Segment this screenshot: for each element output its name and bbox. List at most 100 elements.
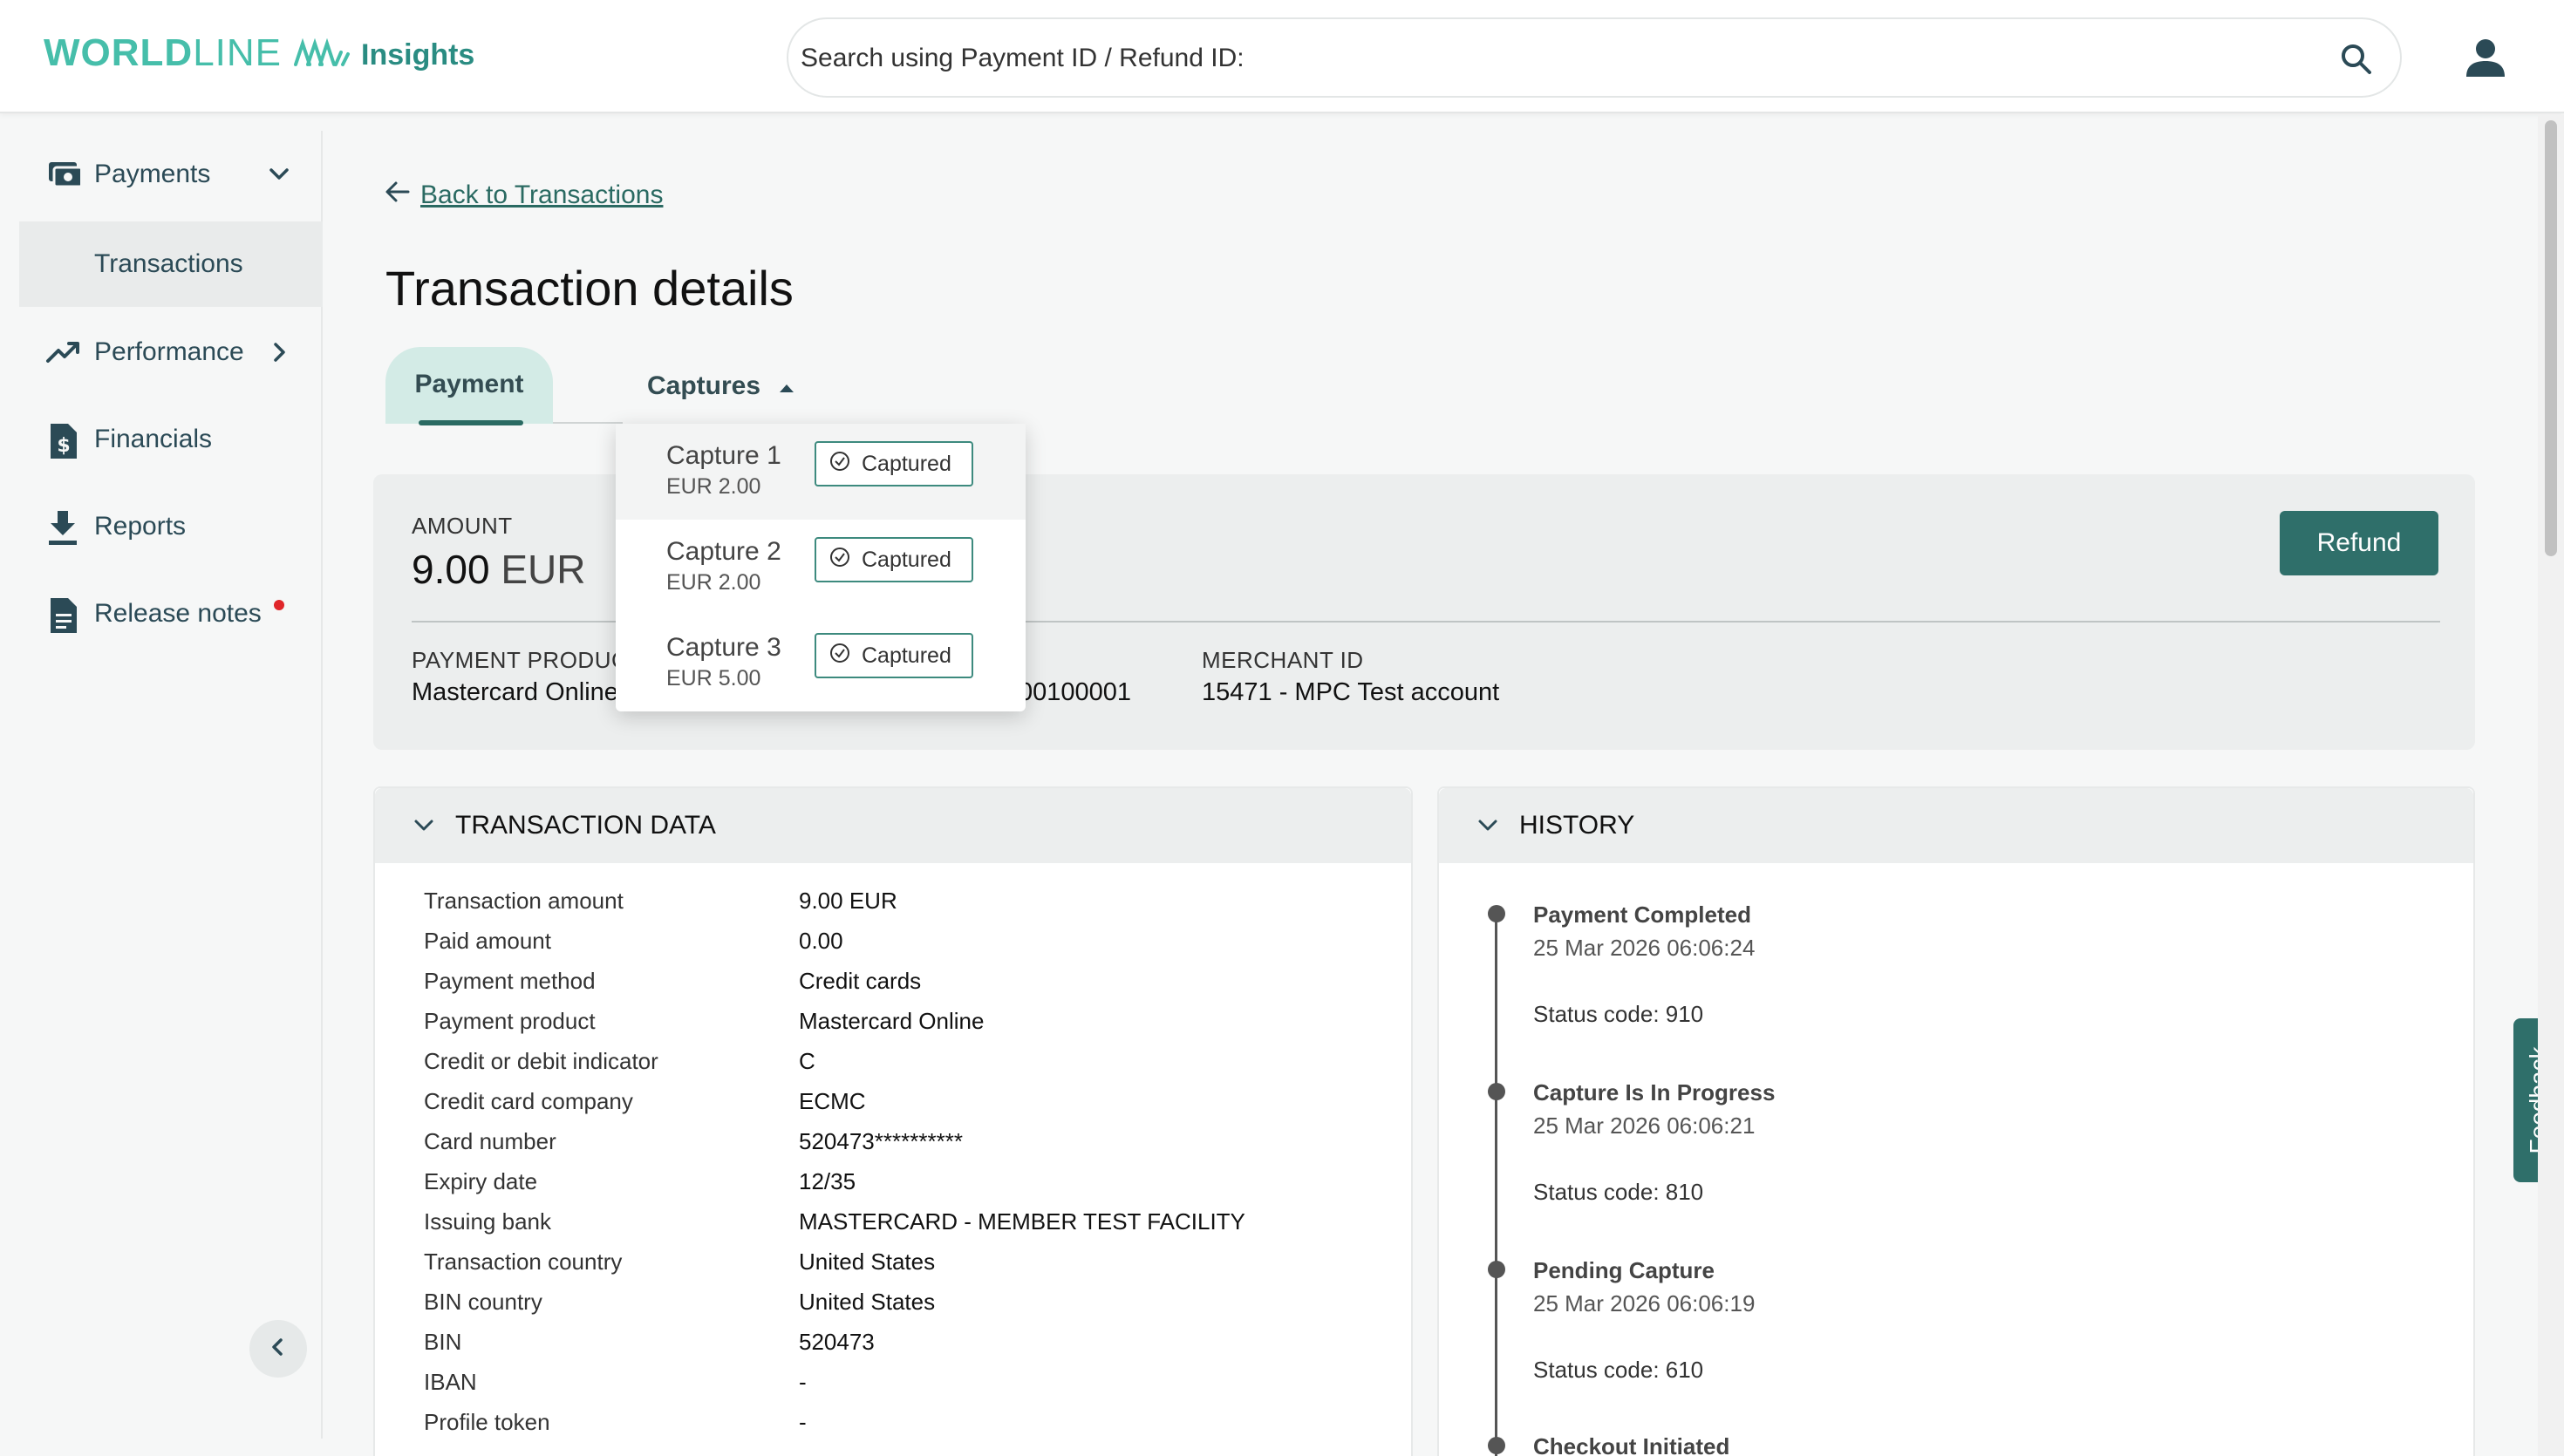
caret-up-icon	[778, 371, 795, 401]
check-circle-icon	[829, 546, 851, 575]
data-row-key: Payment product	[424, 1008, 596, 1034]
status-badge-label: Captured	[862, 451, 951, 476]
capture-item[interactable]: Capture 1 EUR 2.00 Captured	[616, 424, 1026, 520]
capture-item[interactable]: Capture 2 EUR 2.00 Captured	[616, 520, 1026, 616]
capture-amount: EUR 5.00	[666, 666, 761, 691]
user-account-icon[interactable]	[2465, 37, 2506, 83]
amount-label: AMOUNT	[412, 513, 513, 539]
data-row-key: Card number	[424, 1128, 556, 1154]
sidebar-item-performance[interactable]: Performance	[19, 309, 323, 396]
history-event-date: 25 Mar 2026 06:06:21	[1533, 1112, 1756, 1139]
capture-amount: EUR 2.00	[666, 570, 761, 595]
chevron-left-icon	[267, 1336, 290, 1363]
sidebar-item-reports[interactable]: Reports	[19, 483, 323, 570]
history-event-title: Checkout Initiated	[1533, 1433, 1730, 1456]
search-icon[interactable]	[2339, 42, 2374, 81]
search-bar[interactable]	[787, 17, 2402, 98]
worldline-logo[interactable]: WORLDLINE	[44, 31, 353, 75]
history-event-title: Payment Completed	[1533, 901, 1751, 928]
sidebar-item-financials[interactable]: $ Financials	[19, 396, 323, 483]
merchant-id-value: 15471 - MPC Test account	[1202, 678, 1500, 706]
collapse-sidebar-button[interactable]	[249, 1320, 307, 1378]
timeline-dot	[1488, 1261, 1505, 1278]
back-link-label: Back to Transactions	[420, 180, 664, 209]
download-icon	[45, 509, 80, 555]
status-badge: Captured	[815, 633, 973, 678]
data-row-value: United States	[799, 1248, 936, 1275]
chevron-down-icon	[412, 813, 436, 838]
data-row-value: ECMC	[799, 1088, 866, 1114]
capture-name: Capture 3	[666, 633, 781, 662]
timeline-dot	[1488, 1437, 1505, 1454]
sidebar-item-release-notes[interactable]: Release notes	[19, 570, 323, 657]
data-row-value: MASTERCARD - MEMBER TEST FACILITY	[799, 1208, 1245, 1235]
history-event-date: 25 Mar 2026 06:06:24	[1533, 935, 1756, 961]
history-event-status: Status code: 610	[1533, 1357, 1704, 1383]
sidebar-item-label: Reports	[94, 512, 187, 541]
status-badge: Captured	[815, 441, 973, 486]
timeline-dot	[1488, 905, 1505, 922]
data-row-key: Expiry date	[424, 1168, 538, 1194]
performance-icon	[45, 335, 80, 377]
data-row-value: -	[799, 1369, 807, 1395]
app-name: Insights	[361, 38, 475, 71]
amount-currency: EUR	[501, 547, 586, 592]
financials-icon: $	[45, 422, 80, 467]
sidebar-item-label: Financials	[94, 425, 213, 453]
data-row-value: 9.00 EUR	[799, 888, 897, 914]
data-row-key: BIN country	[424, 1289, 542, 1315]
capture-item[interactable]: Capture 3 EUR 5.00 Captured	[616, 616, 1026, 711]
check-circle-icon	[829, 450, 851, 479]
tab-captures[interactable]: Captures	[647, 364, 795, 408]
scrollbar[interactable]	[2538, 115, 2564, 1456]
amount-number: 9.00	[412, 547, 490, 592]
sidebar-item-label: Release notes	[94, 599, 262, 628]
sidebar-item-label: Performance	[94, 337, 244, 366]
data-row-key: Transaction country	[424, 1248, 623, 1275]
chevron-down-icon	[1476, 813, 1500, 838]
scrollbar-thumb[interactable]	[2545, 120, 2557, 556]
logo-bold-text: WORLD	[44, 31, 194, 74]
data-row-value: 520473	[799, 1329, 875, 1355]
arrow-left-icon	[384, 178, 412, 213]
panel-title: TRANSACTION DATA	[455, 811, 716, 840]
chevron-right-icon[interactable]	[267, 340, 291, 371]
history-event-title: Pending Capture	[1533, 1257, 1715, 1283]
data-row-value: 0.00	[799, 928, 843, 954]
history-header[interactable]: HISTORY	[1439, 788, 2473, 863]
payment-product-label: PAYMENT PRODUCT	[412, 647, 643, 673]
payments-icon	[45, 157, 84, 199]
capture-amount: EUR 2.00	[666, 474, 761, 499]
data-row-key: Profile token	[424, 1409, 550, 1435]
sidebar-item-label: Payments	[94, 160, 211, 188]
tab-bar: Payment	[385, 347, 623, 425]
data-row-key: BIN	[424, 1329, 462, 1355]
transaction-data-header[interactable]: TRANSACTION DATA	[375, 788, 1411, 863]
back-to-transactions-link[interactable]: Back to Transactions	[384, 174, 663, 216]
refund-button[interactable]: Refund	[2280, 511, 2438, 575]
search-input[interactable]	[801, 37, 2283, 80]
amount-value: 9.00 EUR	[412, 546, 585, 593]
history-panel: HISTORY Payment Completed 25 Mar 2026 06:…	[1437, 786, 2475, 1456]
svg-text:$: $	[57, 435, 70, 457]
tab-payment[interactable]: Payment	[385, 347, 553, 425]
data-row-value: C	[799, 1048, 815, 1074]
payment-product-value: Mastercard Online	[412, 678, 618, 706]
history-event-status: Status code: 910	[1533, 1001, 1704, 1027]
data-row-value: 12/35	[799, 1168, 856, 1194]
sidebar: Payments Transactions Performance $ Fina…	[0, 131, 323, 1439]
timeline-line	[1495, 910, 1497, 1456]
notification-dot	[274, 600, 284, 610]
data-row-value: Mastercard Online	[799, 1008, 985, 1034]
history-event-title: Capture Is In Progress	[1533, 1079, 1776, 1106]
page-title: Transaction details	[385, 261, 794, 316]
data-row-value: United States	[799, 1289, 936, 1315]
partially-hidden-id: 00100001	[1019, 678, 1132, 706]
data-row-key: Paid amount	[424, 928, 551, 954]
capture-name: Capture 2	[666, 537, 781, 566]
sidebar-item-transactions[interactable]: Transactions	[19, 221, 323, 307]
sidebar-item-payments[interactable]: Payments	[19, 131, 323, 218]
timeline-dot	[1488, 1083, 1505, 1100]
chevron-down-icon[interactable]	[267, 162, 291, 194]
merchant-id-label: MERCHANT ID	[1202, 647, 1364, 673]
